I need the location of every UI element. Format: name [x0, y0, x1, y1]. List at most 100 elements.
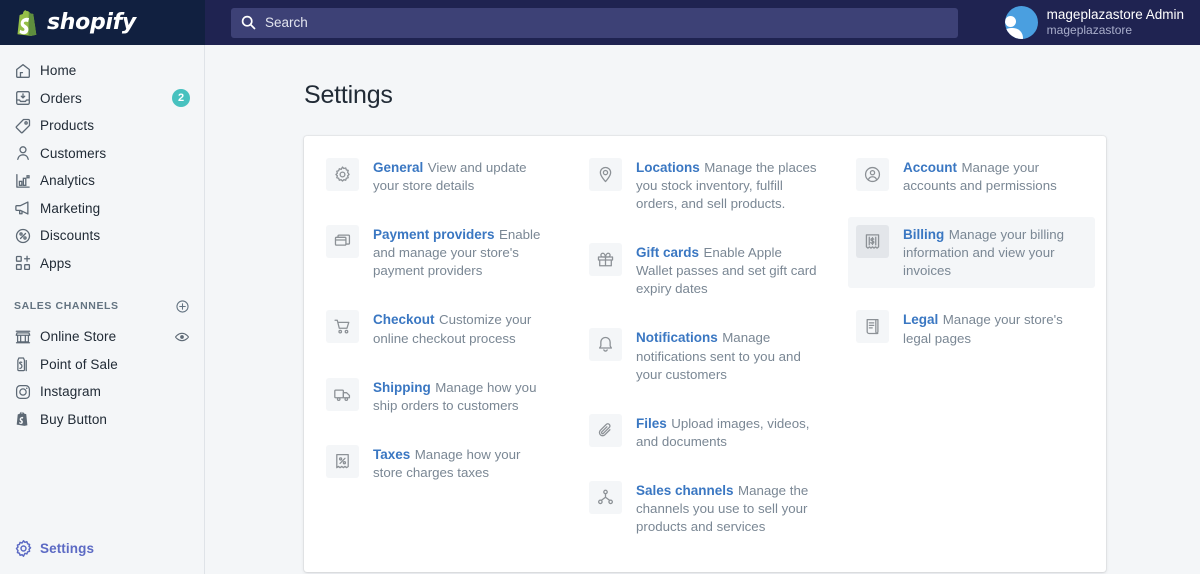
settings-link-notifications[interactable]: Notifications Manage notifications sent … — [581, 320, 828, 391]
sidebar-item-products[interactable]: Products — [0, 112, 204, 140]
settings-link-text: General View and update your store detai… — [373, 158, 553, 195]
person-icon — [14, 144, 40, 162]
settings-link-text: Billing Manage your billing information … — [903, 225, 1087, 280]
paperclip-icon — [589, 413, 622, 447]
orders-inbox-icon — [14, 89, 40, 107]
shopify-bag-icon — [15, 9, 40, 36]
settings-link-title: Files — [636, 415, 667, 431]
sidebar-item-label: Online Store — [40, 329, 117, 345]
sidebar-item-discounts[interactable]: Discounts — [0, 222, 204, 250]
sales-channels-title: SALES CHANNELS — [14, 300, 119, 312]
sidebar-item-settings[interactable]: Settings — [0, 535, 204, 563]
settings-column-1: General View and update your store detai… — [304, 150, 571, 558]
shopify-logo[interactable]: shopify — [15, 9, 136, 36]
settings-link-general[interactable]: General View and update your store detai… — [318, 150, 561, 203]
settings-link-legal[interactable]: Legal Manage your store's legal pages — [848, 302, 1095, 355]
sidebar-item-label: Products — [40, 118, 95, 134]
sidebar-item-label: Marketing — [40, 200, 101, 216]
shopify-admin-window: shopify Search mageplazastore Admin mage… — [0, 0, 1200, 574]
truck-icon — [326, 377, 359, 411]
settings-link-billing[interactable]: Billing Manage your billing information … — [848, 217, 1095, 289]
gear-icon — [326, 158, 359, 191]
sidebar-item-label: Buy Button — [40, 411, 108, 427]
sidebar-item-online-store[interactable]: Online Store — [0, 323, 204, 351]
sidebar-item-label: Customers — [40, 145, 107, 161]
gift-icon — [589, 243, 622, 277]
settings-link-files[interactable]: Files Upload images, videos, and documen… — [581, 406, 828, 459]
gear-icon — [14, 539, 40, 558]
sidebar-item-orders[interactable]: Orders 2 — [0, 85, 204, 113]
settings-link-title: Locations — [636, 160, 700, 175]
settings-link-gift-cards[interactable]: Gift cards Enable Apple Wallet passes an… — [581, 235, 828, 306]
account-circle-icon — [856, 158, 889, 191]
tag-icon — [14, 117, 40, 135]
eye-icon[interactable] — [174, 329, 190, 345]
home-icon — [14, 62, 40, 80]
settings-link-text: Gift cards Enable Apple Wallet passes an… — [636, 243, 820, 298]
sidebar: Home Orders 2 Products Customers Analyti… — [0, 45, 205, 574]
sidebar-item-label: Discounts — [40, 228, 101, 244]
settings-link-text: Notifications Manage notifications sent … — [636, 328, 820, 383]
settings-link-text: Shipping Manage how you ship orders to c… — [373, 378, 553, 415]
settings-column-2: Locations Manage the places you stock in… — [571, 150, 838, 558]
settings-link-checkout[interactable]: Checkout Customize your online checkout … — [318, 302, 561, 355]
sidebar-item-apps[interactable]: Apps — [0, 250, 204, 278]
search-icon — [241, 15, 256, 30]
brand-panel[interactable]: shopify — [0, 0, 205, 45]
sidebar-item-label: Point of Sale — [40, 356, 118, 372]
settings-link-text: Checkout Customize your online checkout … — [373, 310, 553, 347]
settings-link-text: Locations Manage the places you stock in… — [636, 158, 820, 213]
megaphone-icon — [14, 199, 40, 217]
user-store-handle: mageplazastore — [1046, 23, 1133, 38]
settings-link-text: Payment providers Enable and manage your… — [373, 225, 553, 280]
orders-count-badge: 2 — [172, 89, 190, 108]
settings-link-title: Sales channels — [636, 482, 734, 498]
top-bar: shopify Search mageplazastore Admin mage… — [0, 0, 1200, 45]
avatar — [1004, 6, 1038, 39]
settings-link-title: Account — [903, 160, 957, 175]
sidebar-item-buy-button[interactable]: Buy Button — [0, 406, 204, 434]
user-menu[interactable]: mageplazastore Admin mageplazastore — [1001, 0, 1200, 45]
app-body: Home Orders 2 Products Customers Analyti… — [0, 45, 1200, 574]
settings-link-title: Checkout — [373, 312, 435, 328]
settings-link-title: Payment providers — [373, 227, 495, 243]
sidebar-item-analytics[interactable]: Analytics — [0, 167, 204, 195]
user-info: mageplazastore Admin mageplazastore — [1047, 7, 1184, 39]
search-area: Search — [205, 0, 1001, 45]
settings-link-title: Shipping — [373, 379, 431, 395]
pos-bag-icon — [14, 355, 40, 373]
sales-channels-header: SALES CHANNELS — [0, 295, 204, 317]
buy-button-bag-icon — [14, 410, 40, 428]
sidebar-item-label: Orders — [40, 90, 82, 106]
plus-circle-icon[interactable] — [175, 299, 190, 314]
settings-link-payment-providers[interactable]: Payment providers Enable and manage your… — [318, 217, 561, 288]
settings-link-sales-channels[interactable]: Sales channels Manage the channels you u… — [581, 473, 828, 544]
sidebar-item-point-of-sale[interactable]: Point of Sale — [0, 351, 204, 379]
search-input[interactable]: Search — [231, 7, 958, 38]
sidebar-item-label: Instagram — [40, 384, 101, 400]
sidebar-item-home[interactable]: Home — [0, 57, 204, 85]
sidebar-item-label: Home — [40, 63, 77, 79]
settings-link-text: Taxes Manage how your store charges taxe… — [373, 445, 553, 482]
settings-link-shipping[interactable]: Shipping Manage how you ship orders to c… — [318, 370, 561, 423]
settings-link-title: Billing — [903, 227, 945, 243]
settings-link-title: Gift cards — [636, 245, 700, 261]
shopping-cart-icon — [326, 310, 359, 344]
settings-link-taxes[interactable]: Taxes Manage how your store charges taxe… — [318, 437, 561, 490]
settings-link-title: General — [373, 160, 424, 175]
sidebar-item-instagram[interactable]: Instagram — [0, 378, 204, 406]
settings-column-3: Account Manage your accounts and permiss… — [838, 150, 1105, 558]
settings-card: General View and update your store detai… — [304, 136, 1106, 573]
sidebar-item-label: Apps — [40, 255, 72, 271]
settings-link-locations[interactable]: Locations Manage the places you stock in… — [581, 150, 828, 221]
user-name: mageplazastore Admin — [1046, 6, 1184, 22]
sidebar-item-customers[interactable]: Customers — [0, 140, 204, 168]
sidebar-item-label: Analytics — [40, 173, 95, 189]
settings-link-account[interactable]: Account Manage your accounts and permiss… — [848, 150, 1095, 203]
settings-link-title: Legal — [903, 312, 939, 328]
instagram-icon — [14, 383, 40, 401]
brand-wordmark: shopify — [47, 10, 136, 35]
channels-node-icon — [589, 480, 622, 514]
sidebar-item-marketing[interactable]: Marketing — [0, 195, 204, 223]
